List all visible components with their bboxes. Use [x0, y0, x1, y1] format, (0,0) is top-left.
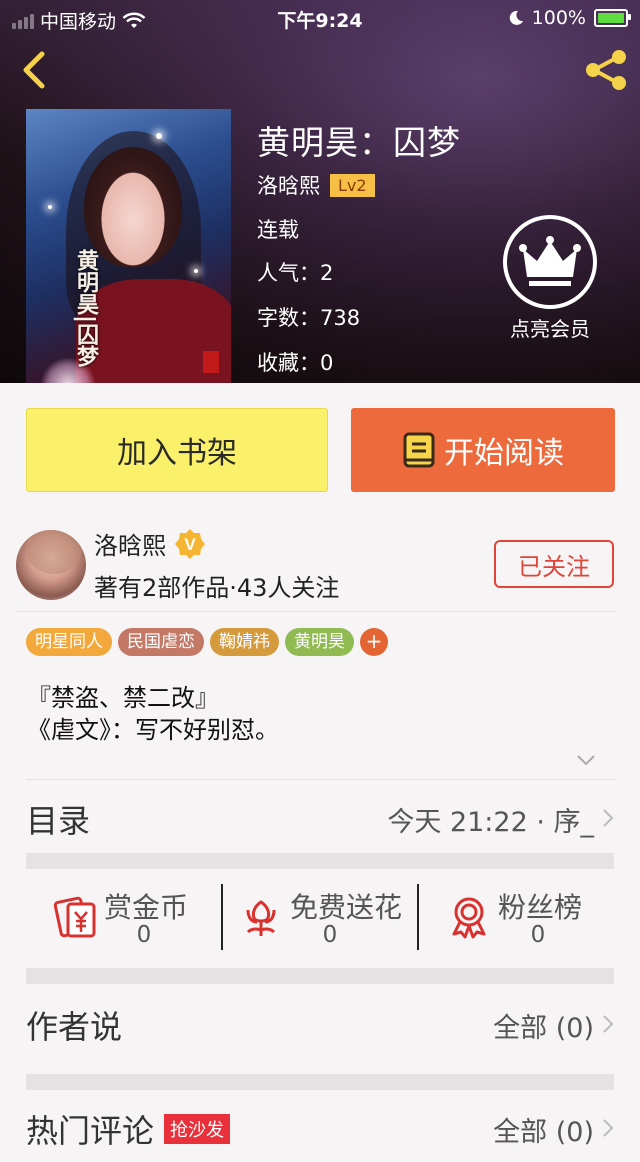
action-bar: 赏金币 0 免费送花 0 粉丝榜 0	[26, 870, 614, 966]
section-separator	[26, 968, 614, 984]
tag-item[interactable]: 民国虐恋	[118, 628, 204, 656]
intro-line: 《虐文》：写不好别怼。	[27, 716, 279, 744]
divider	[221, 884, 223, 950]
back-button[interactable]	[14, 48, 54, 92]
word-count-value: 738	[320, 306, 361, 330]
vip-button[interactable]: 点亮会员	[500, 215, 600, 342]
author-says-row[interactable]: 作者说 全部 (0)	[26, 988, 614, 1058]
status-bar: 中国移动 下午9:24 100%	[0, 0, 640, 38]
svg-text:V: V	[184, 535, 196, 554]
avatar[interactable]	[16, 530, 86, 600]
first-comment-badge[interactable]: 抢沙发	[164, 1114, 231, 1144]
ribbon-medal-icon	[452, 897, 486, 939]
start-reading-label: 开始阅读	[444, 436, 564, 471]
share-icon	[586, 50, 626, 90]
popularity-value: 2	[320, 261, 334, 285]
latest-chapter: 今天 21:22 · 序_	[387, 807, 594, 838]
divider	[16, 611, 616, 612]
word-count-label: 字数：	[257, 306, 320, 330]
action-count: 0	[136, 922, 152, 948]
follow-button[interactable]: 已关注	[494, 540, 614, 588]
battery-percent: 100%	[531, 7, 586, 29]
favorites-label: 收藏：	[257, 351, 320, 375]
follow-label: 已关注	[518, 552, 590, 581]
divider	[417, 884, 419, 950]
chevron-down-icon	[577, 755, 595, 766]
cover-title: 黄明昊|囚梦	[73, 249, 98, 368]
section-separator	[26, 1074, 614, 1090]
author-stats: 著有2部作品·43人关注	[94, 574, 340, 602]
popularity-label: 人气：	[257, 261, 320, 285]
section-separator	[26, 853, 614, 869]
author-card[interactable]: 洛晗熙 V 著有2部作品·43人关注 已关注	[0, 512, 640, 612]
moon-icon	[509, 10, 523, 25]
book-header: 中国移动 下午9:24 100% 黄明昊|囚梦 黄明昊：囚梦 洛晗熙 Lv2 连…	[0, 0, 640, 383]
author-says-all: 全部 (0)	[493, 1013, 594, 1044]
battery-icon	[594, 9, 631, 27]
reward-coins-button[interactable]: 赏金币 0	[52, 884, 248, 954]
action-label: 赏金币	[104, 891, 189, 924]
book-intro: 『禁盗、禁二改』 《虐文》：写不好别怼。	[27, 682, 279, 746]
add-tag-button[interactable]: +	[360, 628, 388, 656]
action-count: 0	[530, 922, 546, 948]
catalog-row[interactable]: 目录 今天 21:22 · 序_	[26, 782, 614, 852]
book-cover[interactable]: 黄明昊|囚梦	[26, 109, 231, 383]
tag-item[interactable]: 鞠婧祎	[210, 628, 279, 656]
tag-list: 明星同人 民国虐恋 鞠婧祎 黄明昊 +	[26, 628, 388, 656]
add-to-shelf-button[interactable]: 加入书架	[26, 408, 328, 492]
chevron-right-icon	[603, 809, 614, 827]
book-author[interactable]: 洛晗熙	[257, 170, 320, 200]
book-icon	[403, 432, 435, 468]
level-badge: Lv2	[330, 173, 375, 197]
tag-item[interactable]: 明星同人	[26, 628, 112, 656]
red-envelope-icon	[53, 896, 96, 938]
hot-comments-label: 热门评论	[26, 1112, 155, 1150]
crown-icon	[503, 215, 597, 309]
divider	[26, 779, 616, 780]
flower-icon	[246, 900, 276, 936]
chevron-right-icon	[603, 1119, 614, 1137]
share-button[interactable]	[582, 46, 630, 94]
action-count: 0	[322, 922, 338, 948]
send-flower-button[interactable]: 免费送花 0	[238, 884, 434, 954]
action-label: 粉丝榜	[498, 891, 583, 924]
intro-line: 『禁盗、禁二改』	[27, 684, 219, 712]
chevron-left-icon	[23, 51, 45, 89]
cover-seal	[203, 351, 219, 373]
book-title: 黄明昊：囚梦	[257, 123, 461, 162]
fan-ranking-button[interactable]: 粉丝榜 0	[446, 884, 640, 954]
tag-item[interactable]: 黄明昊	[285, 628, 354, 656]
add-to-shelf-label: 加入书架	[117, 436, 237, 471]
hot-comments-all: 全部 (0)	[493, 1117, 594, 1148]
favorites-value: 0	[320, 351, 334, 375]
start-reading-button[interactable]: 开始阅读	[351, 408, 615, 492]
book-status: 连载	[257, 218, 299, 242]
verified-badge-icon: V	[174, 528, 206, 560]
expand-intro-button[interactable]	[576, 752, 596, 766]
chevron-right-icon	[603, 1015, 614, 1033]
catalog-label: 目录	[26, 802, 91, 840]
action-label: 免费送花	[290, 891, 403, 924]
vip-label: 点亮会员	[510, 317, 590, 341]
hot-comments-row[interactable]: 热门评论 抢沙发 全部 (0)	[26, 1092, 614, 1162]
author-name[interactable]: 洛晗熙	[94, 526, 166, 561]
hot-comments-title: 热门评论 抢沙发	[26, 1106, 231, 1152]
author-says-label: 作者说	[26, 1008, 123, 1046]
